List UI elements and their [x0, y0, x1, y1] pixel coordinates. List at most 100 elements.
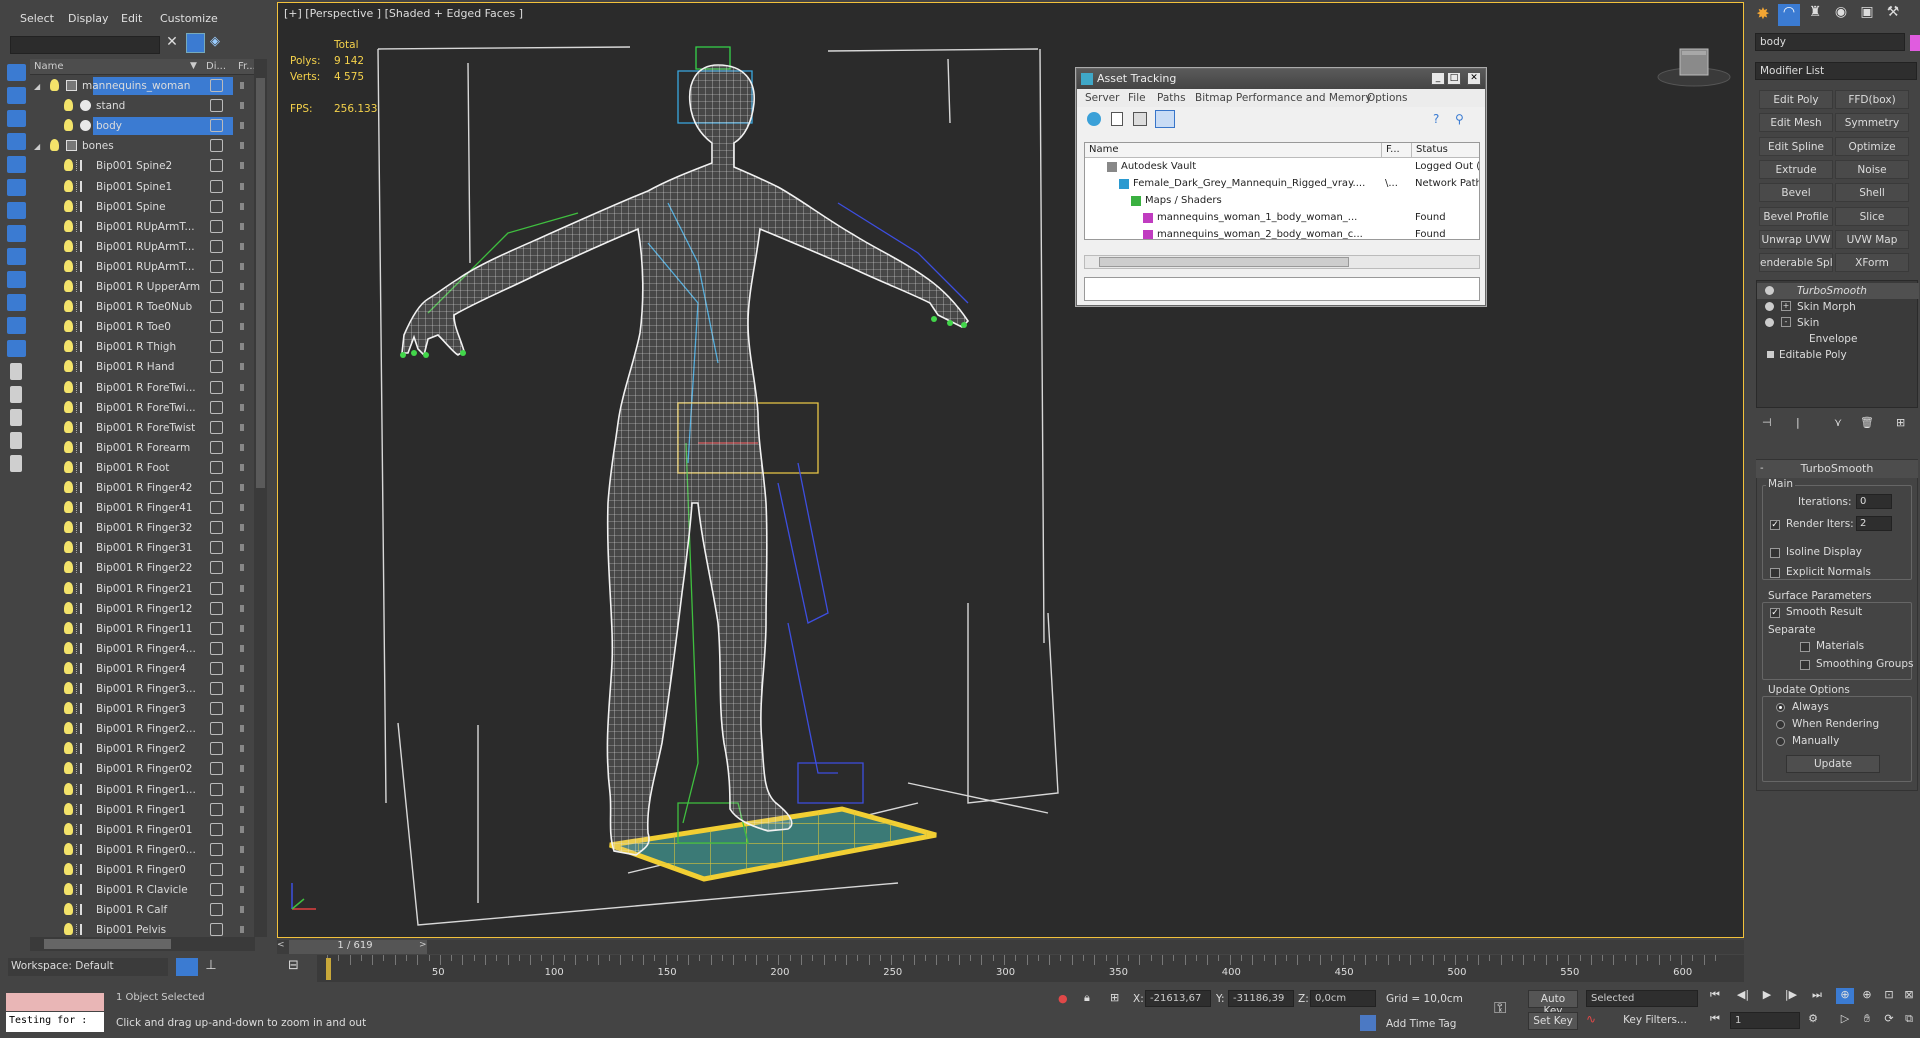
modifier-button[interactable]: Edit Mesh: [1759, 113, 1833, 133]
display-bones-icon[interactable]: [7, 248, 26, 265]
previous-key-icon[interactable]: ◀|: [1734, 988, 1752, 1004]
tree-row[interactable]: Bip001 R Finger21: [30, 579, 255, 599]
tree-row[interactable]: Bip001 R UpperArm: [30, 277, 255, 297]
modifier-button[interactable]: Noise: [1835, 159, 1909, 179]
display-none-icon[interactable]: [10, 363, 22, 380]
visibility-bulb-icon[interactable]: [64, 621, 73, 634]
display-toggle-icon[interactable]: [210, 460, 223, 474]
freeze-toggle-icon[interactable]: [240, 82, 246, 89]
display-toggle-icon[interactable]: [210, 561, 223, 575]
show-end-result-icon[interactable]: |: [1796, 416, 1800, 429]
modifier-button[interactable]: Edit Spline: [1759, 136, 1833, 156]
display-toggle-icon[interactable]: [210, 159, 223, 173]
freeze-toggle-icon[interactable]: [240, 283, 246, 290]
stack-entry[interactable]: Envelope: [1757, 331, 1919, 347]
object-name-field[interactable]: body: [1755, 33, 1905, 51]
modifier-button[interactable]: Slice: [1835, 206, 1909, 226]
pan-view-icon[interactable]: ✋︎: [1858, 1012, 1876, 1028]
tree-row[interactable]: Bip001 R Hand: [30, 357, 255, 377]
display-helpers-icon[interactable]: [7, 156, 26, 173]
thumbnail-view-icon[interactable]: [1133, 112, 1147, 126]
freeze-toggle-icon[interactable]: [240, 484, 246, 491]
modifier-on-icon[interactable]: [1765, 302, 1774, 311]
visibility-bulb-icon[interactable]: [64, 862, 73, 875]
tree-row[interactable]: Bip001 R Finger2: [30, 739, 255, 759]
display-toggle-icon[interactable]: [210, 400, 223, 414]
zoom-extents-icon[interactable]: ⊡: [1880, 988, 1898, 1004]
freeze-toggle-icon[interactable]: [240, 584, 246, 592]
display-tab-icon[interactable]: ▣: [1856, 4, 1878, 26]
clear-search-icon[interactable]: ✕: [164, 34, 180, 54]
visibility-bulb-icon[interactable]: [64, 219, 73, 232]
visibility-bulb-icon[interactable]: [64, 360, 73, 373]
tree-row[interactable]: Bip001 R Finger2...: [30, 719, 255, 739]
refresh-icon[interactable]: [1087, 112, 1101, 126]
tree-row[interactable]: Bip001 R Clavicle: [30, 880, 255, 900]
display-toggle-icon[interactable]: [210, 521, 223, 535]
selection-lock-icon[interactable]: 🔒︎: [1084, 991, 1098, 1005]
modifier-button[interactable]: Edit Poly: [1759, 90, 1833, 109]
turbosmooth-rollout-title[interactable]: TurboSmooth: [1756, 460, 1918, 478]
visibility-bulb-icon[interactable]: [64, 722, 73, 735]
expand-arrow-icon[interactable]: ◢: [34, 142, 40, 151]
pin-stack-icon[interactable]: ⊣: [1762, 416, 1772, 429]
tree-row[interactable]: Bip001 R Finger1...: [30, 780, 255, 800]
at-col-name[interactable]: Name: [1085, 143, 1382, 158]
modifier-button[interactable]: Bevel Profile: [1759, 206, 1833, 226]
motion-tab-icon[interactable]: ◉: [1830, 4, 1852, 26]
freeze-toggle-icon[interactable]: [240, 504, 246, 512]
tree-row[interactable]: Bip001 Pelvis: [30, 920, 255, 936]
display-toggle-icon[interactable]: [210, 661, 223, 675]
display-toggle-icon[interactable]: [210, 380, 223, 394]
filter-icon[interactable]: [10, 409, 22, 426]
time-slider[interactable]: [277, 940, 1744, 954]
freeze-toggle-icon[interactable]: [240, 685, 246, 692]
visibility-bulb-icon[interactable]: [64, 300, 73, 313]
next-key-icon[interactable]: |▶: [1782, 988, 1800, 1004]
stack-entry[interactable]: - Skin: [1757, 315, 1919, 331]
column-display[interactable]: Di...: [206, 61, 226, 72]
maximize-viewport-icon[interactable]: ⧉: [1900, 1012, 1918, 1028]
display-toggle-icon[interactable]: [210, 199, 223, 213]
isoline-checkbox[interactable]: [1770, 548, 1780, 558]
display-toggle-icon[interactable]: [210, 762, 223, 776]
freeze-toggle-icon[interactable]: [240, 162, 246, 170]
tree-row[interactable]: Bip001 R Finger4...: [30, 639, 255, 659]
freeze-toggle-icon[interactable]: [240, 785, 246, 793]
render-iters-checkbox[interactable]: ✓: [1770, 520, 1780, 530]
display-toggle-icon[interactable]: [210, 682, 223, 695]
modifier-button[interactable]: Unwrap UVW: [1759, 229, 1833, 249]
modify-tab-icon[interactable]: ◠: [1778, 4, 1800, 26]
z-coordinate-field[interactable]: 0,0cm: [1310, 990, 1376, 1007]
display-toggle-icon[interactable]: [210, 581, 223, 595]
timeline-track[interactable]: 50 100 150 200 250 300 350 400 450 500 550 600: [317, 955, 1744, 982]
tree-row[interactable]: Bip001 R Finger0: [30, 860, 255, 880]
freeze-toggle-icon[interactable]: [240, 664, 246, 672]
menu-edit[interactable]: Edit: [121, 12, 142, 25]
display-toggle-icon[interactable]: [210, 360, 223, 374]
display-toggle-icon[interactable]: [210, 440, 223, 454]
visibility-bulb-icon[interactable]: [64, 923, 73, 936]
field-of-view-icon[interactable]: ▷: [1836, 1012, 1854, 1028]
explorer-hscroll-thumb[interactable]: [44, 939, 171, 949]
modifier-button[interactable]: Bevel: [1759, 183, 1833, 203]
auto-key-button[interactable]: Auto Key: [1528, 990, 1578, 1017]
visibility-bulb-icon[interactable]: [64, 581, 73, 594]
zoom-extents-all-icon[interactable]: ⊠: [1900, 988, 1918, 1004]
modifier-button[interactable]: Shell: [1835, 183, 1909, 203]
visibility-bulb-icon[interactable]: [64, 420, 73, 433]
display-toggle-icon[interactable]: [210, 340, 223, 354]
visibility-bulb-icon[interactable]: [50, 139, 59, 152]
tree-row[interactable]: Bip001 R Finger32: [30, 518, 255, 538]
stack-entry[interactable]: TurboSmooth: [1757, 283, 1919, 299]
display-toggle-icon[interactable]: [210, 842, 223, 856]
help-icon[interactable]: ?: [1433, 112, 1447, 126]
time-config-icon[interactable]: ⚙: [1804, 1012, 1822, 1028]
display-toggle-icon[interactable]: [210, 742, 223, 756]
display-toggle-icon[interactable]: [210, 219, 223, 233]
display-toggle-icon[interactable]: [210, 420, 223, 434]
tree-row[interactable]: Bip001 R Finger1: [30, 800, 255, 820]
go-to-start-icon[interactable]: ⏮: [1706, 988, 1724, 1004]
tree-row[interactable]: Bip001 R Thigh: [30, 337, 255, 357]
add-time-tag-button[interactable]: Add Time Tag: [1386, 1018, 1456, 1030]
